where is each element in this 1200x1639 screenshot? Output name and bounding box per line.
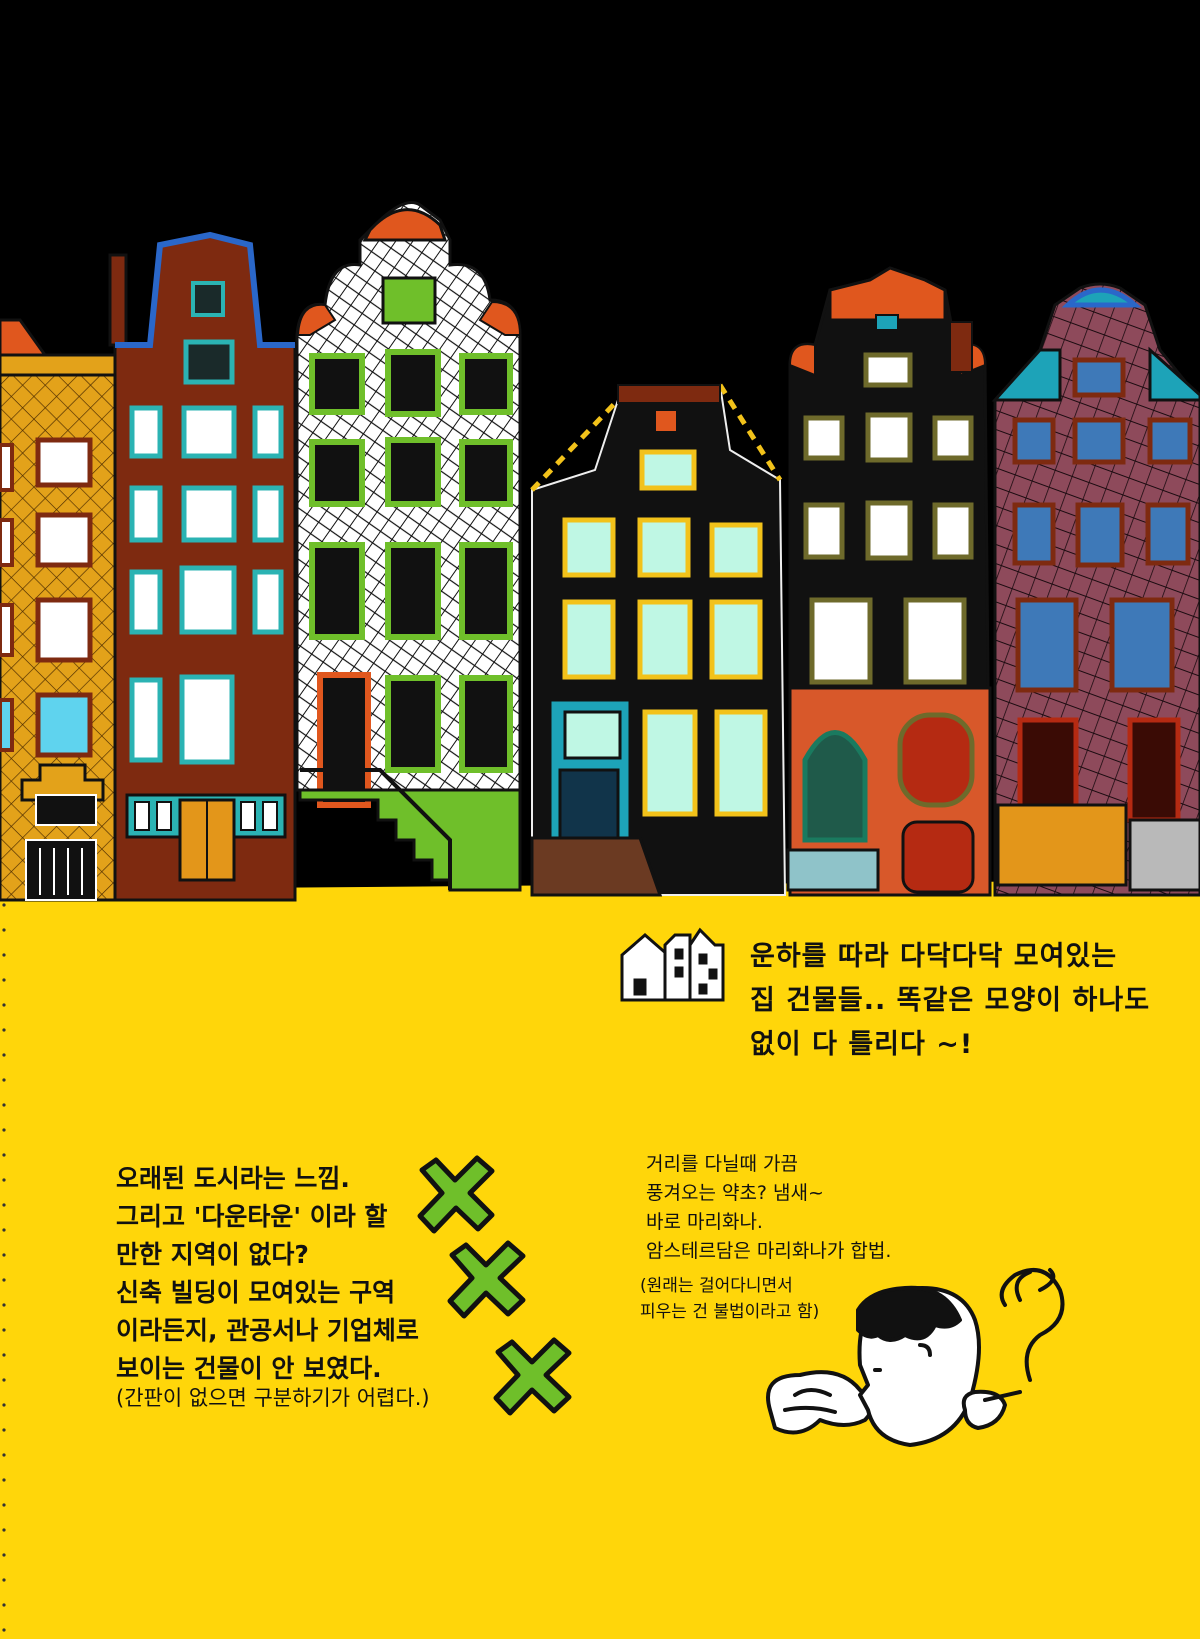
house-mauve: [991, 282, 1200, 897]
house-white-hatched: [295, 201, 522, 892]
street-smell-note: (원래는 걸어다니면서 피우는 건 불법이라고 함): [640, 1276, 820, 1322]
old-city-caption: 오래된 도시라는 느낌. 그리고 '다운타운' 이라 할 만한 지역이 없다? …: [116, 1164, 419, 1383]
street-smell-caption: 거리를 다닐때 가끔 풍겨오는 약초? 냄새~ 바로 마리화나. 암스테르담은 …: [646, 1153, 892, 1262]
house-olive-orange: [786, 266, 992, 897]
old-city-note: (간판이 없으면 구분하기가 어렵다.): [116, 1386, 430, 1410]
canal-houses-caption: 운하를 따라 다닥다닥 모여있는 집 건물들.. 똑같은 모양이 하나도 없이 …: [750, 941, 1151, 1060]
small-houses-icon: [620, 927, 725, 1002]
house-ochre: [0, 318, 117, 902]
